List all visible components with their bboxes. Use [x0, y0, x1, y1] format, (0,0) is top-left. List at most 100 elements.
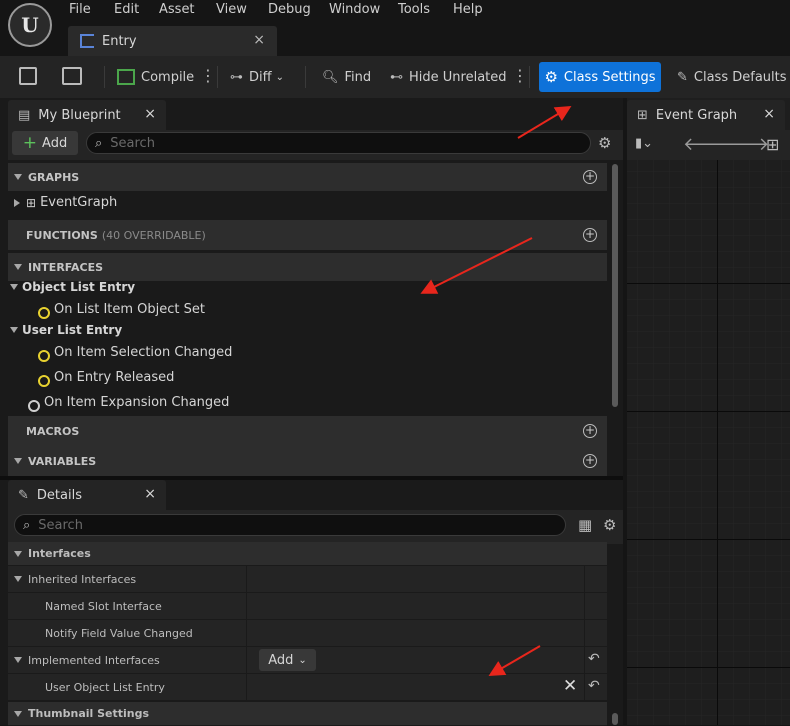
- class-defaults-label: Class Defaults: [693, 69, 787, 85]
- menu-tools[interactable]: Tools: [398, 2, 430, 17]
- add-graph-icon[interactable]: +: [583, 170, 597, 184]
- category-interfaces[interactable]: Interfaces: [8, 542, 607, 566]
- section-interfaces[interactable]: INTERFACES: [8, 253, 607, 281]
- named-slot-interface-label: Named Slot Interface: [45, 599, 162, 613]
- gear-icon: ⚙: [544, 68, 558, 86]
- hide-unrelated-button[interactable]: ⊷ Hide Unrelated: [390, 64, 507, 90]
- close-icon[interactable]: ×: [253, 32, 265, 48]
- section-variables-label: VARIABLES: [28, 454, 97, 468]
- user-object-list-entry-label: User Object List Entry: [45, 680, 165, 694]
- close-icon[interactable]: ×: [763, 106, 775, 122]
- section-functions[interactable]: FUNCTIONS (40 OVERRIDABLE) +: [8, 220, 607, 250]
- implemented-interfaces-label: Implemented Interfaces: [28, 653, 160, 667]
- hide-unrelated-options-icon[interactable]: ⋮: [512, 68, 528, 84]
- toolbar: Compile ⋮ ⊶ Diff ⌄ 🔍︎ Find ⊷ Hide Unrela…: [0, 56, 790, 98]
- function-override-icon: [36, 304, 50, 319]
- hide-unrelated-label: Hide Unrelated: [409, 69, 507, 85]
- list-item-user-list-entry[interactable]: User List Entry: [6, 323, 122, 337]
- find-button[interactable]: 🔍︎ Find: [322, 64, 371, 90]
- book-icon: ▤: [18, 107, 31, 123]
- left-panel: ▤ My Blueprint × + Add ⌕ Search ⚙ GRAPHS…: [0, 98, 623, 726]
- row-inherited-interfaces[interactable]: Inherited Interfaces: [8, 566, 607, 593]
- list-item-on-list-item-object-set[interactable]: On List Item Object Set: [36, 302, 205, 319]
- section-variables[interactable]: VARIABLES +: [8, 446, 607, 476]
- menu-file[interactable]: File: [69, 2, 91, 17]
- chevron-down-icon: ⌄: [275, 71, 284, 83]
- browse-icon[interactable]: [62, 67, 82, 85]
- graph-tab-icon: ⊞: [637, 107, 648, 123]
- section-graphs[interactable]: GRAPHS +: [8, 163, 607, 191]
- list-item-eventgraph[interactable]: ⊞ EventGraph: [8, 195, 117, 210]
- graph-toolbar: ▮⌄ 🡐 🡒 ⊞: [627, 130, 790, 160]
- add-function-icon[interactable]: +: [583, 228, 597, 242]
- inherited-interfaces-label: Inherited Interfaces: [28, 572, 137, 586]
- menu-asset[interactable]: Asset: [159, 2, 195, 17]
- my-blueprint-search-input[interactable]: ⌕ Search: [86, 132, 591, 154]
- reset-icon[interactable]: ↶: [588, 651, 600, 667]
- save-icon[interactable]: [19, 67, 37, 85]
- settings-gear-icon[interactable]: ⚙: [603, 516, 616, 534]
- compile-button[interactable]: Compile: [117, 64, 194, 90]
- menu-window[interactable]: Window: [329, 2, 380, 17]
- add-variable-icon[interactable]: +: [583, 454, 597, 468]
- settings-gear-icon[interactable]: ⚙: [598, 134, 611, 152]
- category-interfaces-label: Interfaces: [28, 547, 91, 560]
- find-label: Find: [344, 69, 372, 85]
- search-placeholder: Search: [38, 517, 83, 533]
- object-list-entry-label: Object List Entry: [22, 280, 136, 294]
- bookmark-icon[interactable]: ▮⌄: [635, 136, 653, 151]
- list-item-object-list-entry[interactable]: Object List Entry: [6, 280, 135, 294]
- add-interface-dropdown[interactable]: Add ⌄: [259, 649, 316, 671]
- function-icon: [26, 397, 40, 412]
- list-item-on-entry-released[interactable]: On Entry Released: [36, 370, 175, 387]
- add-interface-label: Add: [268, 652, 294, 668]
- menu-view[interactable]: View: [216, 2, 247, 17]
- graph-nodes-icon[interactable]: ⊞: [766, 135, 779, 154]
- row-named-slot-interface: Named Slot Interface: [8, 593, 607, 620]
- section-functions-label: FUNCTIONS: [26, 228, 98, 242]
- tab-my-blueprint[interactable]: ▤ My Blueprint ×: [8, 100, 166, 130]
- list-item-on-item-selection-changed[interactable]: On Item Selection Changed: [36, 345, 232, 362]
- tab-event-graph[interactable]: ⊞ Event Graph ×: [627, 100, 785, 130]
- function-override-icon: [36, 372, 50, 387]
- menu-debug[interactable]: Debug: [268, 2, 311, 17]
- menu-help[interactable]: Help: [453, 2, 483, 17]
- on-entry-released-label: On Entry Released: [54, 370, 175, 385]
- expand-icon: [14, 198, 20, 207]
- table-view-icon[interactable]: ▦: [578, 516, 592, 534]
- diff-icon: ⊶: [230, 69, 243, 85]
- my-blueprint-scrollbar[interactable]: [612, 164, 618, 407]
- collapse-icon: [14, 550, 22, 557]
- compile-options-icon[interactable]: ⋮: [200, 68, 216, 84]
- tab-details[interactable]: ✎ Details ×: [8, 480, 166, 510]
- compile-icon: [117, 69, 135, 85]
- reset-icon[interactable]: ↶: [588, 678, 600, 694]
- graph-grid[interactable]: [627, 160, 790, 725]
- column-divider: [246, 566, 247, 701]
- remove-interface-icon[interactable]: ✕: [563, 676, 577, 696]
- list-item-on-item-expansion-changed[interactable]: On Item Expansion Changed: [26, 395, 229, 412]
- tab-entry[interactable]: Entry ×: [68, 26, 277, 56]
- add-button[interactable]: + Add: [12, 131, 78, 155]
- collapse-icon: [14, 264, 22, 270]
- details-scrollbar[interactable]: [612, 713, 618, 725]
- section-macros[interactable]: MACROS +: [8, 416, 607, 446]
- category-thumbnail-settings[interactable]: Thumbnail Settings: [8, 702, 607, 726]
- class-settings-button[interactable]: ⚙ Class Settings: [539, 62, 661, 92]
- plus-icon: +: [22, 133, 38, 153]
- menu-bar: U File Edit Asset View Debug Window Tool…: [0, 0, 790, 56]
- collapse-icon: [14, 576, 22, 582]
- close-icon[interactable]: ×: [144, 486, 156, 502]
- close-icon[interactable]: ×: [144, 106, 156, 122]
- unreal-logo-icon[interactable]: U: [8, 3, 52, 47]
- forward-arrow-icon[interactable]: 🡒: [721, 134, 769, 155]
- add-macro-icon[interactable]: +: [583, 424, 597, 438]
- details-search-input[interactable]: ⌕ Search: [14, 514, 566, 536]
- class-defaults-button[interactable]: ✎ Class Defaults: [677, 64, 787, 90]
- menu-edit[interactable]: Edit: [114, 2, 139, 17]
- search-icon: ⌕: [23, 517, 31, 533]
- search-icon: ⌕: [95, 135, 103, 151]
- collapse-icon: [14, 710, 22, 717]
- section-interfaces-label: INTERFACES: [28, 260, 104, 274]
- diff-button[interactable]: ⊶ Diff ⌄: [230, 64, 284, 90]
